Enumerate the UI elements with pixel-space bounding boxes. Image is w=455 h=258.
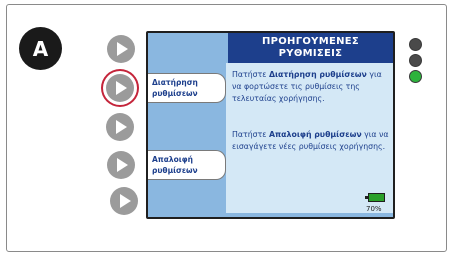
message-text: Πατήστε <box>232 70 269 79</box>
screen-title: ΠΡΟΗΓΟΥΜΕΝΕΣ ΡΥΘΜΙΣΕΙΣ <box>228 33 393 63</box>
status-led-3 <box>409 70 422 83</box>
play-arrow-icon <box>116 120 127 134</box>
screen-title-line-2: ΡΥΘΜΙΣΕΙΣ <box>278 48 343 59</box>
play-arrow-icon <box>117 42 128 56</box>
screen-title-line-1: ΠΡΟΗΓΟΥΜΕΝΕΣ <box>261 36 360 47</box>
message-panel: Πατήστε Διατήρηση ρυθμίσεων για να φορτώ… <box>226 63 393 213</box>
softkey-button-3[interactable] <box>106 113 134 141</box>
battery-icon <box>365 193 385 202</box>
clear-settings-softkey[interactable]: Απαλοιφή ρυθμίσεων <box>148 150 226 180</box>
status-led-1 <box>409 38 422 51</box>
message-clear-settings: Πατήστε Απαλοιφή ρυθμίσεων για να εισαγά… <box>232 129 390 153</box>
keep-settings-label: Διατήρηση ρυθμίσεων <box>152 78 198 98</box>
step-badge: A <box>19 27 62 70</box>
softkey-button-4[interactable] <box>107 151 135 179</box>
clear-settings-label: Απαλοιφή ρυθμίσεων <box>152 155 198 175</box>
message-text: Πατήστε <box>232 130 269 139</box>
device-screen: ΠΡΟΗΓΟΥΜΕΝΕΣ ΡΥΘΜΙΣΕΙΣ Πατήστε Διατήρηση… <box>146 31 395 219</box>
status-led-2 <box>409 54 422 67</box>
play-arrow-icon <box>120 194 131 208</box>
softkey-button-1[interactable] <box>107 35 135 63</box>
play-arrow-icon <box>117 158 128 172</box>
message-emphasis: Διατήρηση ρυθμίσεων <box>268 70 367 79</box>
message-keep-settings: Πατήστε Διατήρηση ρυθμίσεων για να φορτώ… <box>232 69 390 105</box>
softkey-button-5[interactable] <box>110 187 138 215</box>
battery-percent: 70% <box>366 205 382 213</box>
play-arrow-icon <box>116 81 127 95</box>
keep-settings-softkey[interactable]: Διατήρηση ρυθμίσεων <box>148 73 226 103</box>
softkey-button-2[interactable] <box>106 74 134 102</box>
message-emphasis: Απαλοιφή ρυθμίσεων <box>268 130 362 139</box>
